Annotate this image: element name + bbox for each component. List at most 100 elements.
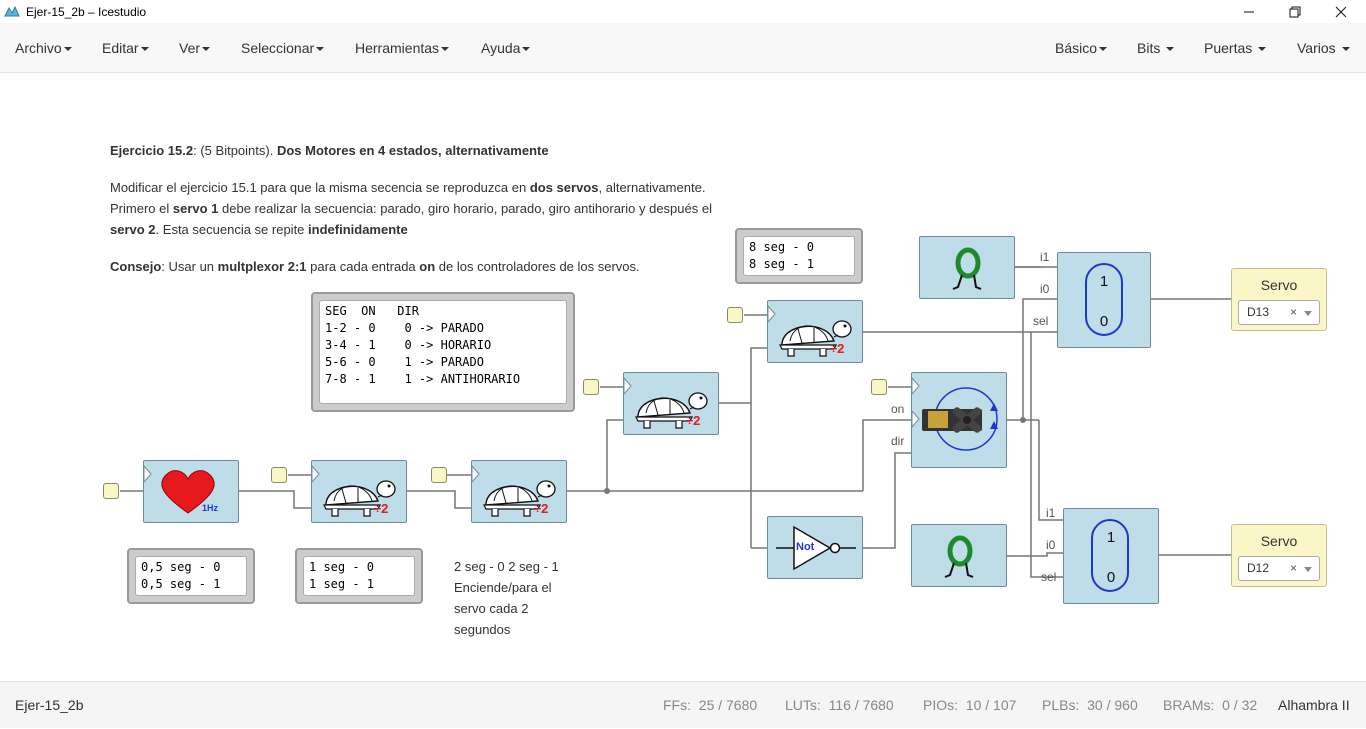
pin-label-sel: sel (1033, 314, 1049, 328)
menu-ayuda[interactable]: Ayuda (481, 23, 531, 73)
chevron-down-icon[interactable] (1304, 567, 1312, 572)
stat-label: PLBs: (1042, 697, 1080, 713)
mux-input-0-label: 0 (1099, 313, 1109, 330)
divider-block-1[interactable]: ÷2 (311, 460, 407, 523)
text-span: para cada entrada (306, 259, 420, 274)
text-span: : Usar un (161, 259, 218, 274)
clear-icon[interactable]: × (1290, 557, 1297, 580)
luts-stat: LUTs: 116 / 7680 (785, 682, 894, 729)
menubar: Archivo Editar Ver Seleccionar Herramien… (0, 23, 1366, 73)
pin-value: D13 (1247, 305, 1270, 319)
chevron-down-icon[interactable] (1304, 311, 1312, 316)
not-gate-block[interactable]: Not (767, 516, 863, 579)
text-span: , alternativamente. (598, 180, 706, 195)
servo-motor-icon (911, 376, 998, 451)
clear-icon[interactable]: × (1290, 301, 1297, 324)
stat-value: 116 / 7680 (828, 697, 894, 713)
divider-block-3[interactable]: ÷2 (623, 372, 719, 435)
memo-text[interactable]: SEG ON DIR 1-2 - 0 0 -> PARADO 3-4 - 1 0… (319, 300, 567, 404)
menu-ver[interactable]: Ver (179, 23, 211, 73)
chevron-down-icon (140, 47, 149, 52)
menu-editar[interactable]: Editar (102, 23, 149, 73)
zero-character-icon (944, 535, 974, 578)
input-port[interactable] (727, 307, 743, 323)
project-name: Ejer-15_2b (15, 697, 84, 713)
chevron-down-icon (441, 47, 450, 52)
text-bold: dos servos (529, 180, 599, 195)
divider-block-2[interactable]: ÷2 (471, 460, 567, 523)
menu-seleccionar[interactable]: Seleccionar (241, 23, 325, 73)
memo-text[interactable]: 0,5 seg - 0 0,5 seg - 1 (135, 556, 247, 596)
stat-value: 30 / 960 (1087, 697, 1138, 713)
divide-by-2-label: ÷2 (686, 413, 701, 428)
turtle-divider-icon (471, 464, 556, 517)
note-line: Enciende/para el (454, 580, 552, 595)
menu-bits[interactable]: Bits (1137, 23, 1175, 73)
stat-label: PIOs: (923, 697, 959, 713)
not-label: Not (796, 541, 815, 553)
chevron-down-icon (522, 47, 531, 52)
text-span: Modificar el ejercicio 15.1 para que la … (110, 180, 530, 195)
heartbeat-1hz-block[interactable]: 1Hz (143, 460, 239, 523)
menu-label: Varios (1297, 40, 1336, 56)
chevron-down-icon (63, 47, 72, 52)
input-port[interactable] (431, 467, 447, 483)
text-bold: servo 2 (110, 222, 156, 237)
stat-value: 25 / 7680 (698, 697, 758, 713)
pin-label-on: on (891, 402, 905, 416)
menu-herramientas[interactable]: Herramientas (355, 23, 450, 73)
chevron-down-icon (202, 47, 211, 52)
note-line: segundos (454, 622, 511, 637)
menu-archivo[interactable]: Archivo (15, 23, 72, 73)
memo-8-seg[interactable]: 8 seg - 0 8 seg - 1 (735, 228, 863, 284)
text-span: de los controladores de los servos. (435, 259, 640, 274)
pin-label-i0: i0 (1040, 282, 1050, 296)
memo-text[interactable]: 1 seg - 0 1 seg - 1 (303, 556, 415, 596)
restore-icon[interactable] (1272, 0, 1318, 23)
servo-label: Servo (1260, 277, 1298, 293)
window-title: Ejer-15_2b – Icestudio (26, 4, 147, 19)
input-port[interactable] (583, 379, 599, 395)
minimize-icon[interactable] (1226, 0, 1272, 23)
divide-by-2-label: ÷2 (830, 341, 845, 356)
text-bold: indefinidamente (308, 222, 408, 237)
memo-half-sec[interactable]: 0,5 seg - 0 0,5 seg - 1 (127, 548, 255, 604)
note-line: servo cada 2 (454, 601, 529, 616)
memo-sequence-table[interactable]: SEG ON DIR 1-2 - 0 0 -> PARADO 3-4 - 1 0… (311, 292, 575, 412)
menu-label: Archivo (15, 40, 62, 56)
servo-output-d12[interactable]: Servo D12 × (1231, 524, 1327, 587)
text-span: debe realizar la secuencia: parado, giro… (218, 201, 712, 216)
stat-value: 0 / 32 (1222, 697, 1258, 713)
memo-text[interactable]: 8 seg - 0 8 seg - 1 (743, 236, 855, 276)
pin-label-i1: i1 (1040, 250, 1050, 264)
design-canvas[interactable]: Ejercicio 15.2: (5 Bitpoints). Dos Motor… (0, 74, 1366, 681)
menu-puertas[interactable]: Puertas (1204, 23, 1267, 73)
ffs-stat: FFs: 25 / 7680 (663, 682, 757, 729)
pin-label-sel: sel (1041, 570, 1057, 584)
description-line-2: Primero el servo 1 debe realizar la secu… (110, 198, 712, 219)
input-port[interactable] (103, 483, 119, 499)
pin-select[interactable]: D12 × (1238, 556, 1320, 581)
menu-basico[interactable]: Básico (1055, 23, 1108, 73)
frequency-label: 1Hz (202, 503, 219, 513)
turtle-divider-icon (311, 464, 396, 517)
input-port[interactable] (271, 467, 287, 483)
servo-controller-block[interactable] (911, 372, 1007, 468)
mux-2-1-block-1[interactable]: 1 0 (1057, 252, 1151, 348)
memo-one-sec[interactable]: 1 seg - 0 1 seg - 1 (295, 548, 423, 604)
close-icon[interactable] (1318, 0, 1364, 23)
pin-select[interactable]: D13 × (1238, 300, 1320, 325)
divider-block-4[interactable]: ÷2 (767, 300, 863, 363)
menu-varios[interactable]: Varios (1297, 23, 1350, 73)
servo-output-d13[interactable]: Servo D13 × (1231, 268, 1327, 331)
brams-stat: BRAMs: 0 / 32 (1163, 682, 1257, 729)
constant-zero-block-1[interactable] (919, 236, 1015, 299)
servo-label: Servo (1260, 533, 1298, 549)
menu-label: Básico (1055, 40, 1098, 56)
mux-input-0-label: 0 (1106, 569, 1116, 586)
input-port[interactable] (871, 379, 887, 395)
mux-2-1-block-2[interactable]: 1 0 (1063, 508, 1159, 604)
pin-label-dir: dir (891, 434, 905, 448)
constant-zero-block-2[interactable] (911, 524, 1007, 587)
board-name: Alhambra II (1278, 697, 1350, 713)
